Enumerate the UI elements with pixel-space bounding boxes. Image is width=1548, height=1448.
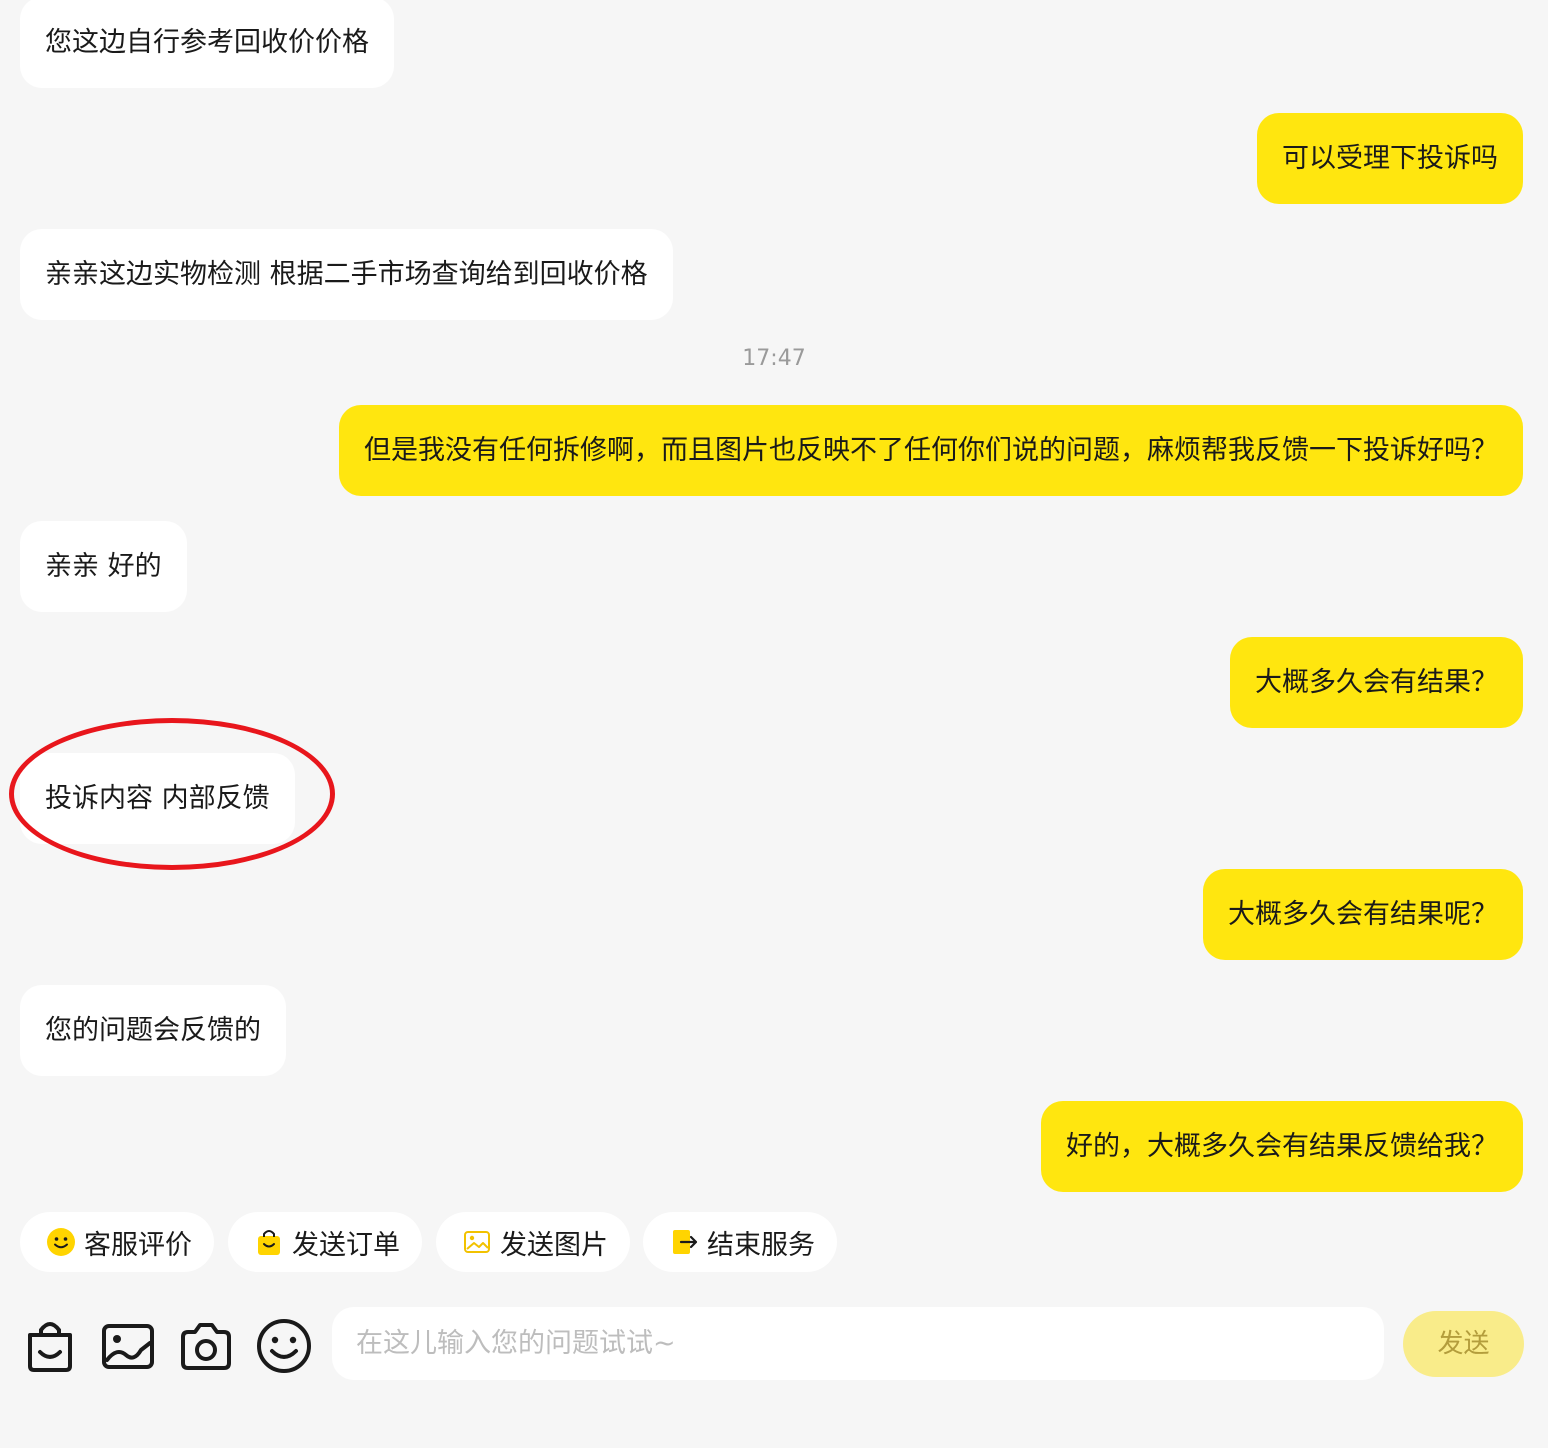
message-bubble-user: 大概多久会有结果呢？ <box>1203 869 1523 960</box>
emoji-tool-button[interactable] <box>255 1317 313 1375</box>
shopping-bag-icon <box>28 1322 72 1372</box>
emoji-icon <box>257 1319 311 1373</box>
send-button[interactable]: 发送 <box>1403 1311 1524 1377</box>
image-icon <box>462 1227 492 1257</box>
message-input[interactable] <box>332 1307 1384 1380</box>
order-tool-button[interactable] <box>21 1317 79 1375</box>
smiley-icon <box>46 1227 76 1257</box>
message-bubble-user: 好的，大概多久会有结果反馈给我？ <box>1041 1101 1523 1192</box>
message-bubble-agent: 您这边自行参考回收价价格 <box>20 0 394 88</box>
message-bubble-user: 大概多久会有结果？ <box>1230 637 1523 728</box>
message-timestamp: 17:47 <box>742 346 806 371</box>
chip-label: 结束服务 <box>707 1229 815 1261</box>
chip-label: 发送图片 <box>500 1229 608 1261</box>
exit-icon <box>669 1227 699 1257</box>
shopping-bag-icon <box>254 1227 284 1257</box>
chip-label: 客服评价 <box>84 1229 192 1261</box>
input-bar: 发送 <box>0 1295 1548 1448</box>
camera-icon <box>181 1323 231 1370</box>
camera-tool-button[interactable] <box>177 1317 235 1375</box>
message-bubble-agent: 您的问题会反馈的 <box>20 985 286 1076</box>
message-bubble-user: 可以受理下投诉吗 <box>1257 113 1523 204</box>
send-order-button[interactable]: 发送订单 <box>228 1212 422 1272</box>
message-bubble-agent: 亲亲 好的 <box>20 521 187 612</box>
message-bubble-agent: 亲亲这边实物检测 根据二手市场查询给到回收价格 <box>20 229 673 320</box>
chip-label: 发送订单 <box>292 1229 400 1261</box>
message-bubble-user: 但是我没有任何拆修啊，而且图片也反映不了任何你们说的问题，麻烦帮我反馈一下投诉好… <box>339 405 1523 496</box>
image-icon <box>102 1324 154 1369</box>
send-image-button[interactable]: 发送图片 <box>436 1212 630 1272</box>
rate-service-button[interactable]: 客服评价 <box>20 1212 214 1272</box>
quick-actions-bar: 客服评价 发送订单 发送图片 结束服务 <box>0 1195 1548 1295</box>
message-bubble-agent: 投诉内容 内部反馈 <box>20 753 295 844</box>
chat-area[interactable]: 您这边自行参考回收价价格 可以受理下投诉吗 亲亲这边实物检测 根据二手市场查询给… <box>0 0 1548 1195</box>
end-service-button[interactable]: 结束服务 <box>643 1212 837 1272</box>
image-tool-button[interactable] <box>99 1317 157 1375</box>
